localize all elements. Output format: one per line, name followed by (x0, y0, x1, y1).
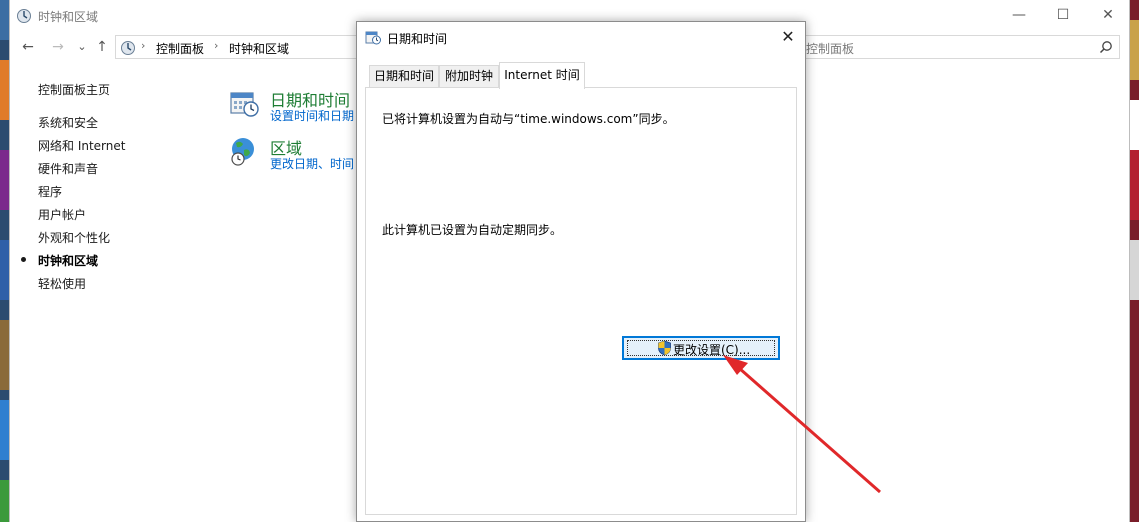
category-region-link[interactable]: 更改日期、时间 (270, 155, 354, 172)
breadcrumb-clock-region[interactable]: 时钟和区域 (229, 40, 289, 57)
sidebar-item-user-accounts[interactable]: 用户帐户 (38, 206, 86, 223)
desktop-tile (0, 60, 9, 120)
sidebar-item-programs[interactable]: 程序 (38, 183, 62, 200)
desktop-tile (1130, 150, 1139, 220)
tab-internet-time[interactable]: Internet 时间 (499, 62, 585, 89)
dialog-title: 日期和时间 (387, 32, 448, 46)
back-arrow-icon[interactable]: ← (18, 37, 38, 57)
globe-clock-icon (231, 138, 254, 166)
sidebar-item-clock-region[interactable]: 时钟和区域 (38, 252, 98, 269)
auto-sync-text: 此计算机已设置为自动定期同步。 (382, 223, 563, 237)
maximize-button[interactable]: ☐ (1040, 0, 1086, 30)
close-window-button[interactable]: ✕ (1085, 0, 1131, 30)
desktop-tile (0, 0, 9, 40)
desktop-tile (1130, 240, 1139, 300)
address-bar[interactable]: › 控制面板 › 时钟和区域 (115, 35, 367, 59)
desktop-tile (0, 320, 9, 390)
desktop-tile (0, 480, 9, 522)
control-panel-icon (121, 41, 135, 55)
dialog-title-bar: 日期和时间 ✕ (357, 22, 805, 52)
change-settings-button[interactable]: 更改设置(C)... (622, 336, 780, 360)
desktop-tile (1130, 20, 1139, 80)
uac-shield-icon (658, 340, 671, 356)
search-icon[interactable] (1099, 40, 1113, 54)
forward-arrow-icon[interactable]: → (48, 37, 68, 57)
window-title: 时钟和区域 (38, 10, 99, 24)
sync-status-text: 已将计算机设置为自动与“time.windows.com”同步。 (382, 112, 675, 126)
sidebar-home-link[interactable]: 控制面板主页 (38, 81, 110, 98)
internet-time-panel: 已将计算机设置为自动与“time.windows.com”同步。 此计算机已设置… (365, 87, 797, 515)
control-panel-icon (17, 9, 31, 23)
desktop-tile (0, 240, 9, 300)
search-input[interactable]: 控制面板 (806, 35, 1120, 59)
desktop-tile (0, 150, 9, 210)
sidebar-item-appearance[interactable]: 外观和个性化 (38, 229, 110, 246)
category-date-time-link[interactable]: 设置时间和日期 (270, 107, 354, 124)
sidebar: 控制面板主页 系统和安全 网络和 Internet 硬件和声音 程序 用户帐户 … (10, 62, 220, 362)
breadcrumb-control-panel[interactable]: 控制面板 (156, 40, 204, 57)
tab-additional-clocks[interactable]: 附加时钟 (439, 65, 499, 88)
sidebar-item-network-internet[interactable]: 网络和 Internet (38, 137, 125, 154)
breadcrumb-separator: › (214, 39, 219, 52)
desktop-tile (0, 400, 9, 460)
desktop-left-edge (0, 0, 9, 522)
sidebar-item-hardware-sound[interactable]: 硬件和声音 (38, 160, 98, 177)
search-placeholder: 控制面板 (806, 42, 855, 56)
sidebar-item-ease-of-access[interactable]: 轻松使用 (38, 275, 86, 292)
sidebar-item-system-security[interactable]: 系统和安全 (38, 114, 98, 131)
calendar-clock-icon (365, 31, 381, 45)
desktop-right-edge (1130, 0, 1139, 522)
breadcrumb-separator: › (141, 39, 146, 52)
up-arrow-icon[interactable]: ↑ (92, 37, 112, 57)
minimize-button[interactable]: — (996, 0, 1042, 30)
tab-date-time[interactable]: 日期和时间 (369, 65, 439, 88)
dialog-close-button[interactable]: ✕ (777, 26, 799, 48)
recent-locations-chevron-icon[interactable]: ⌄ (72, 37, 92, 57)
active-item-bullet (21, 257, 26, 262)
date-time-dialog: 日期和时间 ✕ 日期和时间 附加时钟 Internet 时间 已将计算机设置为自… (356, 21, 806, 522)
calendar-clock-icon (230, 92, 259, 117)
desktop-tile (1130, 100, 1139, 150)
change-settings-label: 更改设置(C)... (673, 343, 751, 357)
